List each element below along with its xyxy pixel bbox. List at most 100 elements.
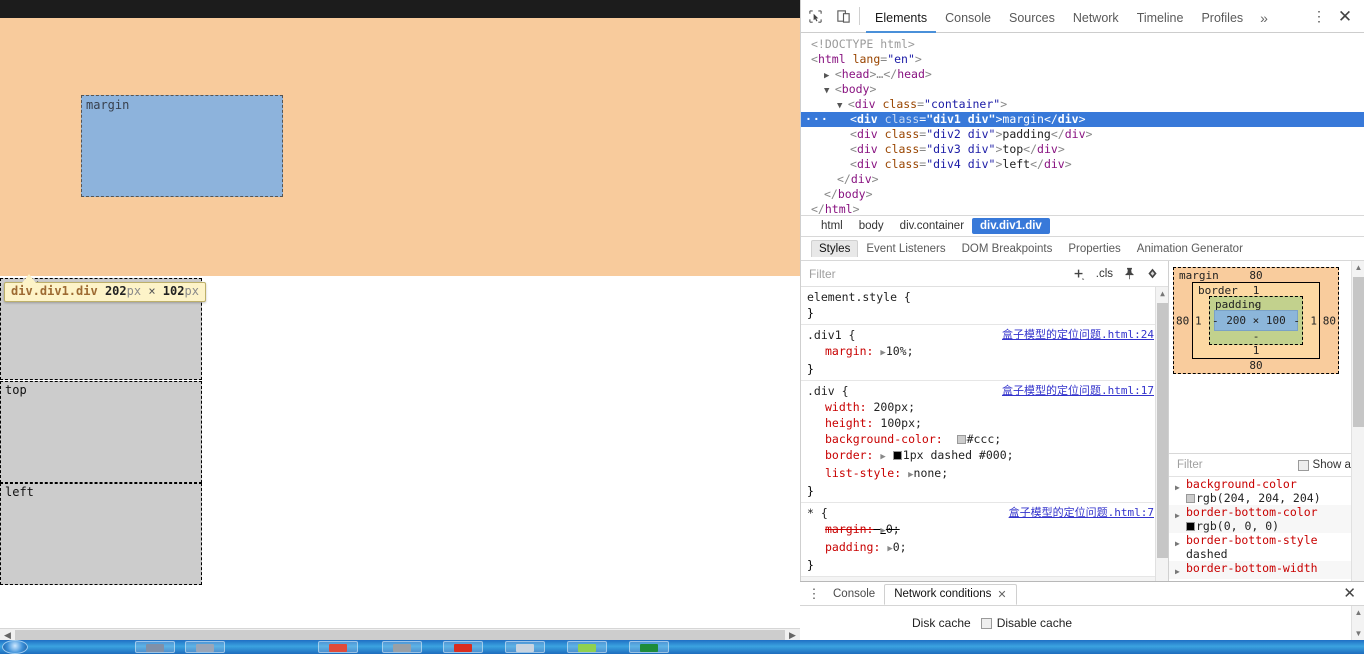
computed-property-row[interactable]: ▶border-bottom-width	[1169, 561, 1364, 579]
computed-filter-input[interactable]: Filter	[1177, 459, 1203, 471]
tab-timeline[interactable]: Timeline	[1128, 1, 1193, 33]
tab-elements[interactable]: Elements	[866, 1, 936, 33]
windows-start-orb-icon[interactable]	[2, 640, 28, 654]
tab-sources[interactable]: Sources	[1000, 1, 1064, 33]
computed-property-row[interactable]: ▶border-bottom-styledashed	[1169, 533, 1364, 561]
color-swatch-icon[interactable]	[957, 435, 966, 444]
close-devtools-icon[interactable]: ✕	[1330, 8, 1360, 25]
style-declaration[interactable]: margin: ▶10%;	[807, 343, 1168, 361]
box-model-margin-right[interactable]: 80	[1323, 314, 1336, 327]
dom-node-selected[interactable]: ···<div class="div1 div">margin</div>	[801, 112, 1364, 127]
box-model-padding-left[interactable]: -	[1212, 314, 1219, 327]
style-property-name[interactable]: height:	[825, 416, 873, 430]
drawer-scroll-up-arrow-icon[interactable]: ▲	[1352, 606, 1364, 619]
style-property-name[interactable]: margin:	[825, 522, 873, 536]
style-declaration[interactable]: list-style: ▶none;	[807, 465, 1168, 483]
style-declaration[interactable]: margin: ▶0;	[807, 521, 1168, 539]
breadcrumb-item-html[interactable]: html	[813, 218, 851, 234]
dom-node[interactable]: <div class="div3 div">top</div>	[801, 142, 1364, 157]
drawer-vertical-scrollbar[interactable]: ▲ ▼	[1351, 606, 1364, 640]
taskbar-item-6[interactable]	[505, 641, 545, 653]
show-all-checkbox-box[interactable]	[1298, 460, 1309, 471]
computed-scrollbar-thumb[interactable]	[1353, 277, 1364, 427]
style-rule[interactable]: * {盒子模型的定位问题.html:7margin: ▶0;padding: ▶…	[801, 503, 1168, 577]
dom-tree[interactable]: <!DOCTYPE html><html lang="en">▶ <head>……	[801, 33, 1364, 215]
dom-node[interactable]: </div>	[801, 172, 1364, 187]
computed-property-row[interactable]: ▶background-colorrgb(204, 204, 204)	[1169, 477, 1364, 505]
dom-node[interactable]: <!DOCTYPE html>	[801, 37, 1364, 52]
pin-icon[interactable]	[1118, 267, 1141, 280]
sidebar-tab-animation-generator[interactable]: Animation Generator	[1129, 241, 1251, 257]
box-model-margin-left[interactable]: 80	[1176, 314, 1189, 327]
box-model-padding[interactable]: padding - - - - 200 × 100	[1209, 296, 1303, 345]
style-property-value[interactable]: 10%;	[886, 344, 914, 358]
style-declaration[interactable]: width: 200px;	[807, 399, 1168, 415]
drawer-tab-network-conditions[interactable]: Network conditions ✕	[884, 584, 1016, 605]
div3-box[interactable]: top	[0, 381, 202, 483]
cls-toggle-button[interactable]: .cls	[1091, 268, 1118, 280]
taskbar-item-3[interactable]	[318, 641, 358, 653]
sidebar-tab-event-listeners[interactable]: Event Listeners	[858, 241, 953, 257]
dom-node-dots-icon[interactable]: ···	[805, 112, 829, 127]
style-property-expand-triangle-icon[interactable]: ▶	[880, 452, 885, 462]
computed-property-row[interactable]: ▶border-bottom-colorrgb(0, 0, 0)	[1169, 505, 1364, 533]
taskbar-item-8[interactable]	[629, 641, 669, 653]
dom-node-disclosure-triangle-icon[interactable]: ▼	[837, 101, 848, 111]
style-declaration[interactable]: padding: ▶0;	[807, 539, 1168, 557]
style-property-name[interactable]: border:	[825, 448, 873, 462]
dom-node[interactable]: ▼ <div class="container">	[801, 97, 1364, 112]
taskbar-item-2[interactable]	[185, 641, 225, 653]
style-property-value[interactable]: #ccc;	[967, 432, 1002, 446]
style-rule-selector[interactable]: element.style {	[807, 289, 911, 305]
breadcrumb-item-div-container[interactable]: div.container	[892, 218, 972, 234]
color-swatch-icon[interactable]	[893, 451, 902, 460]
style-property-name[interactable]: list-style:	[825, 466, 901, 480]
drawer-tab-close-icon[interactable]: ✕	[997, 588, 1006, 601]
box-model-padding-right[interactable]: -	[1293, 314, 1300, 327]
style-rule-source-link[interactable]: 盒子模型的定位问题.html:24	[1002, 327, 1154, 343]
style-rule[interactable]: element.style {}	[801, 287, 1168, 325]
box-model-border-right[interactable]: 1	[1310, 314, 1317, 327]
style-property-value[interactable]: 1px dashed #000;	[903, 448, 1014, 462]
scroll-right-arrow-icon[interactable]: ▶	[785, 629, 800, 640]
style-rule[interactable]: .div {盒子模型的定位问题.html:17width: 200px;heig…	[801, 381, 1168, 503]
div1-content-box[interactable]: margin	[81, 95, 283, 197]
style-property-name[interactable]: padding:	[825, 540, 880, 554]
styles-scrollbar-thumb[interactable]	[1157, 303, 1168, 558]
box-model-margin[interactable]: margin 80 80 80 80 border 1 1 1 1 pa	[1173, 267, 1339, 374]
kebab-menu-icon[interactable]: ⋮	[1308, 9, 1330, 23]
style-rule[interactable]: .div1 {盒子模型的定位问题.html:24margin: ▶10%;}	[801, 325, 1168, 381]
style-property-name[interactable]: background-color:	[825, 432, 943, 446]
sidebar-tab-properties[interactable]: Properties	[1060, 241, 1128, 257]
drawer-tab-console[interactable]: Console	[824, 585, 884, 603]
box-model-margin-top[interactable]: 80	[1249, 269, 1262, 282]
taskbar-item-1[interactable]	[135, 641, 175, 653]
dom-node[interactable]: <html lang="en">	[801, 52, 1364, 67]
breadcrumb-item-div-div1-div[interactable]: div.div1.div	[972, 218, 1050, 234]
dom-node[interactable]: </body>	[801, 187, 1364, 202]
page-horizontal-scrollbar[interactable]: ◀ ▶	[0, 628, 800, 640]
style-declaration[interactable]: height: 100px;	[807, 415, 1168, 431]
computed-property-expand-triangle-icon[interactable]: ▶	[1175, 477, 1186, 505]
tab-console[interactable]: Console	[936, 1, 1000, 33]
taskbar-item-5[interactable]	[443, 641, 483, 653]
dom-node[interactable]: ▼ <body>	[801, 82, 1364, 97]
box-model-border-left[interactable]: 1	[1195, 314, 1202, 327]
drawer-close-icon[interactable]: ✕	[1343, 586, 1364, 601]
style-property-value[interactable]: 0;	[893, 540, 907, 554]
computed-property-expand-triangle-icon[interactable]: ▶	[1175, 505, 1186, 533]
disable-cache-checkbox[interactable]: Disable cache	[981, 616, 1072, 630]
style-rule-selector[interactable]: .div1 {	[807, 327, 855, 343]
taskbar-item-4[interactable]	[382, 641, 422, 653]
tab-profiles[interactable]: Profiles	[1192, 1, 1252, 33]
box-model-border-bottom[interactable]: 1	[1253, 344, 1260, 357]
style-property-value[interactable]: none;	[914, 466, 949, 480]
style-property-name[interactable]: margin:	[825, 344, 873, 358]
style-declaration[interactable]: background-color: #ccc;	[807, 431, 1168, 447]
style-property-value[interactable]: 100px;	[880, 416, 922, 430]
styles-scroll-up-arrow-icon[interactable]: ▲	[1156, 287, 1168, 300]
tab-network[interactable]: Network	[1064, 1, 1128, 33]
dom-node-disclosure-triangle-icon[interactable]: ▶	[824, 71, 835, 81]
drawer-scroll-down-arrow-icon[interactable]: ▼	[1352, 627, 1364, 640]
sidebar-tab-styles[interactable]: Styles	[811, 240, 858, 257]
